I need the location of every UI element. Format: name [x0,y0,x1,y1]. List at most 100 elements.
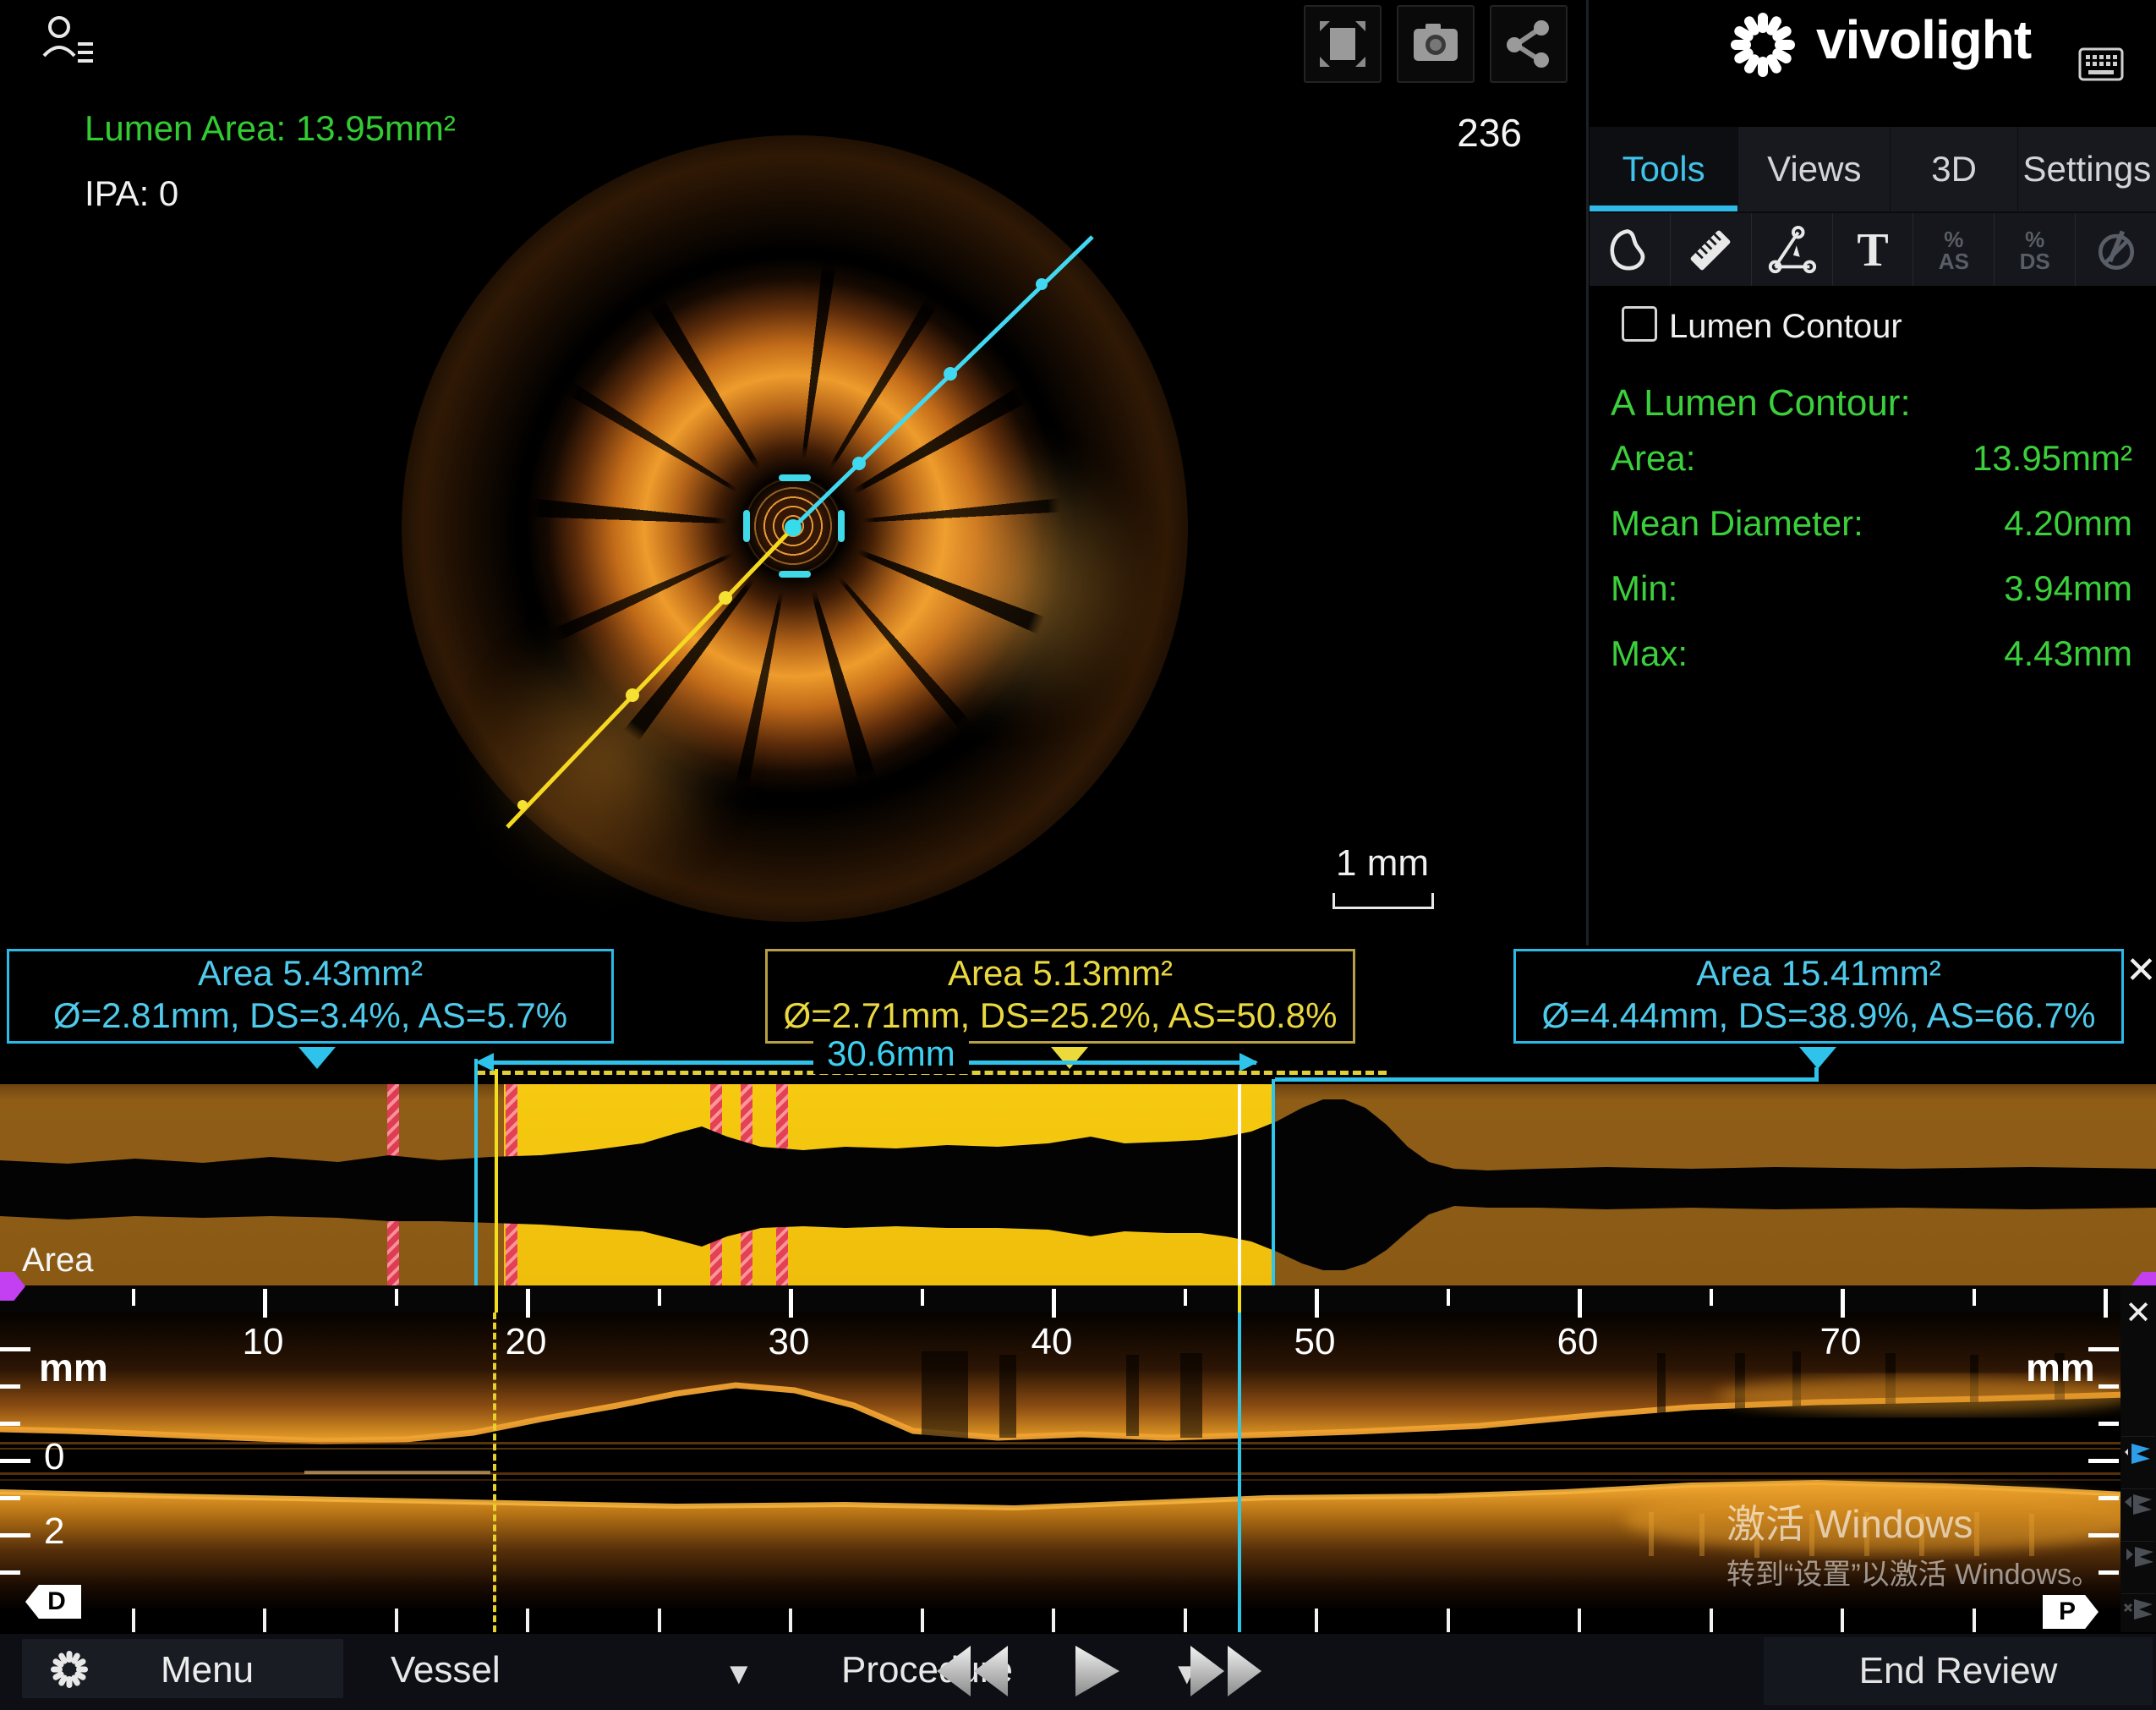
tab-tools[interactable]: Tools [1590,127,1738,211]
bottom-ruler-tick [1841,1609,1844,1632]
annotation-area: Area 5.13mm² [768,953,1353,994]
ruler-tick [1841,1289,1845,1318]
bottom-ruler-tick [1447,1609,1450,1632]
ds-percent-tool-button[interactable]: %DS [1995,213,2076,288]
stat-row-area: Area: 13.95mm² [1611,438,2132,489]
fast-forward-button[interactable] [1190,1646,1272,1696]
longitudinal-side-controls: ✕ [2120,1285,2156,1632]
vivolight-logo-icon [1725,7,1801,83]
ruler-tick [1973,1289,1976,1306]
ruler-tick [1184,1289,1187,1306]
ruler-tick [1447,1289,1450,1306]
keyboard-icon[interactable] [2078,47,2124,81]
fullscreen-button[interactable] [1304,5,1382,83]
ruler-tick [658,1289,661,1306]
rewind-button[interactable] [927,1646,1008,1696]
snapshot-button[interactable] [1397,5,1475,83]
side-panel: vivolight Tools Views 3D Settings [1590,0,2156,945]
depth-ruler-tick [0,1570,20,1575]
angle-tool-button[interactable] [1752,213,1833,288]
vessel-dropdown-label[interactable]: Vessel [391,1649,501,1691]
stent-position-dashed-line[interactable] [493,1313,496,1632]
stat-value: 13.95mm² [1973,438,2132,479]
ruler-tick [1710,1289,1713,1306]
add-bookmark-button[interactable] [2121,1436,2155,1471]
oct-cross-section-view[interactable]: Lumen Area: 13.95mm² IPA: 0 236 [0,0,1588,945]
bottom-ruler-tick [395,1609,398,1632]
depth-label-2: 2 [44,1510,64,1553]
angle-tool-icon [1765,224,1818,277]
bottom-ruler-tick [789,1609,792,1632]
depth-ruler-tick [2099,1570,2119,1575]
ruler-tick [395,1289,398,1306]
patient-list-icon[interactable] [39,10,100,71]
annotation-box-1[interactable]: Area 5.43mm² Ø=2.81mm, DS=3.4%, AS=5.7% [7,949,614,1044]
annotation-box-3[interactable]: Area 15.41mm² Ø=4.44mm, DS=38.9%, AS=66.… [1513,949,2124,1044]
current-frame-line[interactable] [1238,1084,1241,1285]
annotation-detail: Ø=2.81mm, DS=3.4%, AS=5.7% [9,995,611,1036]
bottom-ruler-tick [1052,1609,1055,1632]
ruler-tick [921,1289,924,1306]
contour-stats-title: A Lumen Contour: [1611,382,1911,425]
segment-start-line[interactable] [474,1059,478,1285]
ruler-tool-button[interactable] [1671,213,1752,288]
ruler-tick [789,1289,793,1318]
panel-tabs: Tools Views 3D Settings [1590,127,2156,211]
bottom-bar: Menu Vessel ▼ Procedure ▼ End Review [0,1632,2156,1710]
catheter-bracket-top [779,474,811,481]
share-button[interactable] [1490,5,1568,83]
distance-label: 30.6mm [813,1033,969,1074]
tab-views[interactable]: Views [1738,127,1891,211]
lumen-contour-checkbox[interactable] [1622,306,1657,342]
stat-row-min: Min: 3.94mm [1611,568,2132,619]
tab-3d[interactable]: 3D [1891,127,2017,211]
scale-bar-label: 1 mm [1336,842,1429,885]
menu-button[interactable]: Menu [22,1639,343,1698]
depth-ruler-tick [0,1422,20,1426]
tab-settings[interactable]: Settings [2018,127,2156,211]
stent-start-line[interactable] [495,1069,498,1313]
menu-spinner-icon [47,1647,91,1691]
annotation-detail: Ø=4.44mm, DS=38.9%, AS=66.7% [1516,995,2121,1036]
area-graph-strip[interactable]: Area [0,1084,2156,1285]
depth-ruler-tick [0,1347,30,1351]
ruler-label: 40 [1031,1321,1073,1363]
close-longitudinal-button[interactable]: ✕ [2121,1296,2155,1329]
next-bookmark-icon [2123,1543,2153,1574]
end-review-button[interactable]: End Review [1764,1637,2153,1705]
vessel-dropdown-caret-icon[interactable]: ▼ [724,1656,754,1691]
current-frame-line-longitudinal[interactable] [1238,1313,1241,1632]
ruler-label: 60 [1557,1321,1599,1363]
end-review-label: End Review [1859,1650,2058,1692]
next-bookmark-button[interactable] [2121,1541,2155,1576]
menu-label: Menu [161,1649,254,1691]
windows-activation-watermark-line2: 转到“设置”以激活 Windows。 [1726,1551,2100,1592]
ipa-readout: IPA: 0 [85,173,178,214]
ruler-tool-icon [1685,225,1736,276]
depth-ruler-tick [0,1533,30,1537]
segment-end-line[interactable] [1272,1079,1275,1285]
brand-name: vivolight [1816,8,2031,71]
annotation-box-2[interactable]: Area 5.13mm² Ø=2.71mm, DS=25.2%, AS=50.8… [765,949,1355,1044]
longitudinal-view[interactable]: 10203040506070 mm mm 0 2 D P 激活 Windows … [0,1313,2156,1632]
close-annotations-button[interactable]: ✕ [2126,952,2156,989]
stat-row-max: Max: 4.43mm [1611,633,2132,684]
as-percent-tool-button[interactable]: %AS [1913,213,1995,288]
depth-ruler-tick [2088,1347,2119,1351]
depth-ruler-tick [0,1384,20,1389]
area-strip-label: Area [22,1241,94,1280]
as-percent-icon: %AS [1939,228,1969,272]
play-button[interactable] [1075,1646,1123,1696]
text-tool-button[interactable]: T [1833,213,1914,288]
bottom-ruler-tick [658,1609,661,1632]
delete-bookmark-button[interactable] [2121,1593,2155,1628]
bottom-ruler-tick [1578,1609,1581,1632]
previous-bookmark-button[interactable] [2121,1488,2155,1523]
ruler-tick [526,1289,530,1318]
stat-row-mean-diameter: Mean Diameter: 4.20mm [1611,503,2132,554]
ruler-tick [132,1289,135,1306]
erase-tool-button[interactable] [2076,213,2156,288]
bottom-ruler-tick [526,1609,529,1632]
stat-label: Mean Diameter: [1611,503,1863,544]
contour-tool-button[interactable] [1590,213,1671,288]
